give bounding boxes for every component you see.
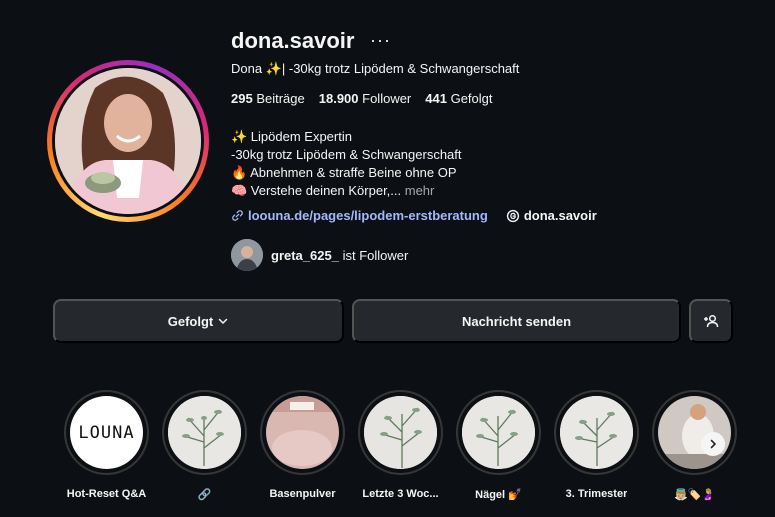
highlight-label: Hot-Reset Q&A bbox=[66, 488, 147, 500]
posts-count: 295 bbox=[231, 91, 253, 106]
followers-label: Follower bbox=[362, 91, 412, 106]
highlight-cover bbox=[168, 396, 241, 469]
highlight-cover bbox=[658, 396, 731, 469]
send-message-button[interactable]: Nachricht senden bbox=[352, 299, 681, 343]
profile-photo-illustration bbox=[55, 68, 201, 214]
posts-stat: 295 Beiträge bbox=[231, 91, 305, 106]
profile-links: loouna.de/pages/lipodem-erstberatung don… bbox=[231, 208, 597, 223]
bio-line: ✨ Lipödem Expertin bbox=[231, 129, 352, 144]
more-icon[interactable]: ··· bbox=[370, 30, 391, 51]
profile-full-name: Dona ✨| -30kg trotz Lipödem & Schwangers… bbox=[231, 61, 520, 76]
highlight-item[interactable]: Letzte 3 Woc... bbox=[358, 390, 443, 501]
bio-more-link[interactable]: mehr bbox=[405, 183, 435, 198]
highlight-cover bbox=[462, 396, 535, 469]
highlight-label: Nägel 💅 bbox=[475, 489, 522, 501]
highlight-label: 🔗 bbox=[197, 489, 212, 501]
posts-label: Beiträge bbox=[256, 91, 305, 106]
highlight-label: 👼🏼🏷️🤰🏼 bbox=[673, 489, 716, 501]
profile-photo bbox=[55, 68, 201, 214]
highlight-item[interactable]: 🔗 bbox=[162, 390, 247, 501]
chevron-down-icon bbox=[219, 318, 228, 325]
threads-handle: dona.savoir bbox=[523, 208, 597, 223]
send-message-label: Nachricht senden bbox=[461, 313, 572, 329]
louna-logo: LOUNA bbox=[78, 422, 135, 443]
suggested-users-button[interactable] bbox=[689, 299, 733, 343]
bio-line: 🔥 Abnehmen & straffe Beine ohne OP bbox=[231, 165, 457, 180]
highlight-item[interactable]: Nägel 💅 bbox=[456, 390, 541, 501]
threads-link[interactable]: dona.savoir bbox=[506, 208, 597, 223]
highlight-cover bbox=[560, 396, 633, 469]
external-link-text: loouna.de/pages/lipodem-erstberatung bbox=[248, 208, 488, 223]
following-label: Gefolgt bbox=[450, 91, 493, 106]
mutual-follower-avatar bbox=[231, 239, 263, 271]
chevron-right-icon bbox=[710, 439, 717, 449]
highlight-item[interactable]: LOUNA Hot-Reset Q&A bbox=[64, 390, 149, 501]
add-user-icon bbox=[704, 314, 719, 328]
following-button[interactable]: Gefolgt bbox=[53, 299, 344, 343]
bio-line: 🧠 Verstehe deinen Körper,... bbox=[231, 183, 402, 198]
highlight-label: 3. Trimester bbox=[565, 488, 628, 500]
followers-stat[interactable]: 18.900 Follower bbox=[319, 91, 412, 106]
profile-avatar[interactable] bbox=[47, 60, 209, 222]
threads-icon bbox=[506, 209, 519, 222]
link-icon bbox=[232, 210, 243, 221]
profile-stats: 295 Beiträge 18.900 Follower 441 Gefolgt bbox=[231, 91, 493, 106]
highlight-cover bbox=[266, 396, 339, 469]
mutual-follower[interactable]: greta_625_ ist Follower bbox=[231, 239, 408, 271]
highlight-item[interactable]: Basenpulver bbox=[260, 390, 345, 501]
bio-line: -30kg trotz Lipödem & Schwangerschaft bbox=[231, 147, 462, 162]
mutual-follower-username: greta_625_ bbox=[271, 247, 339, 263]
highlight-cover bbox=[364, 396, 437, 469]
following-count: 441 bbox=[425, 91, 447, 106]
external-link[interactable]: loouna.de/pages/lipodem-erstberatung bbox=[231, 208, 488, 223]
highlight-item[interactable]: 3. Trimester bbox=[554, 390, 639, 501]
story-highlights: LOUNA Hot-Reset Q&A 🔗 Basenpulver Letzte… bbox=[64, 390, 737, 501]
highlight-label: Letzte 3 Woc... bbox=[362, 488, 439, 500]
mutual-follower-text: ist Follower bbox=[342, 247, 409, 263]
profile-username: dona.savoir bbox=[231, 28, 355, 53]
profile-bio: ✨ Lipödem Expertin -30kg trotz Lipödem &… bbox=[231, 128, 462, 200]
highlights-next-button[interactable] bbox=[701, 432, 725, 456]
followers-count: 18.900 bbox=[318, 91, 359, 106]
following-stat[interactable]: 441 Gefolgt bbox=[425, 91, 492, 106]
following-button-label: Gefolgt bbox=[167, 313, 214, 329]
mutual-follower-illustration bbox=[231, 239, 263, 271]
highlight-label: Basenpulver bbox=[269, 488, 336, 500]
